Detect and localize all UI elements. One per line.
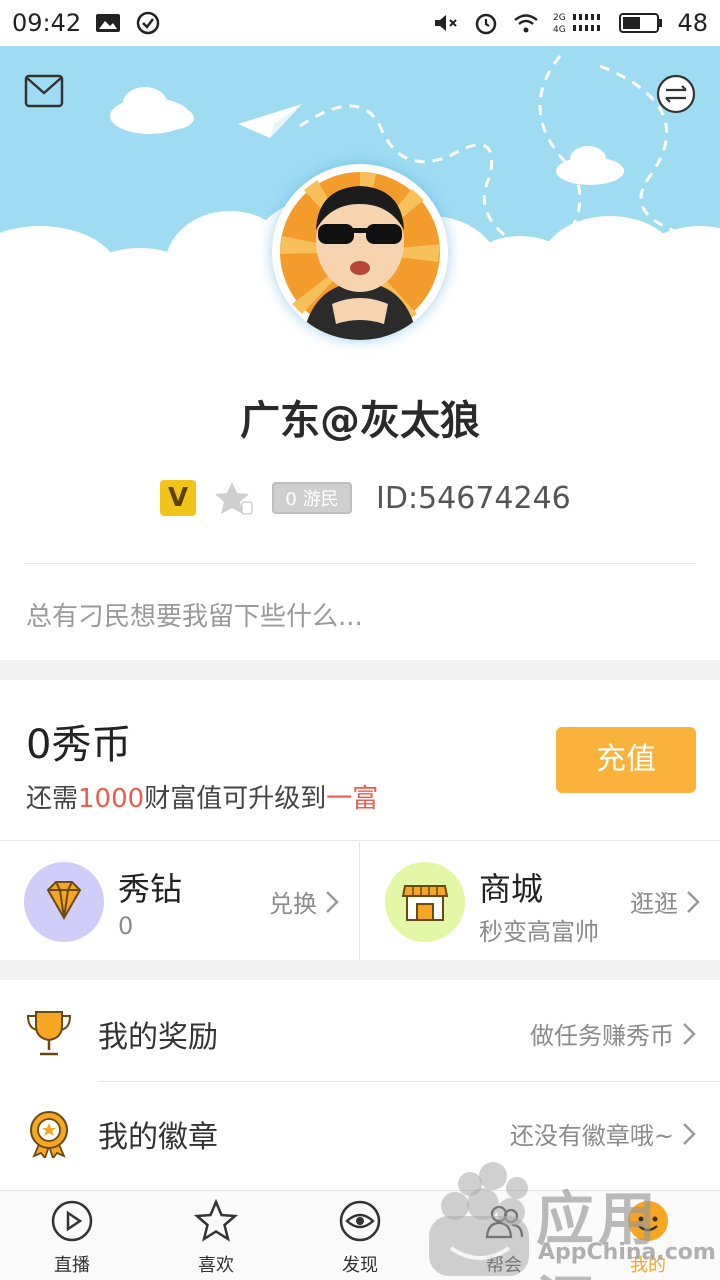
shop-circle [385, 862, 465, 942]
menu-hint: 做任务赚秀币 [530, 1016, 696, 1051]
menu-hint-text: 做任务赚秀币 [530, 1022, 674, 1050]
vip-badge[interactable]: V [160, 480, 196, 516]
card-subtitle: 0 [118, 912, 134, 940]
avatar[interactable] [272, 164, 448, 340]
paper-plane-icon [238, 104, 302, 138]
mute-icon [435, 15, 458, 31]
diamond-circle [24, 862, 104, 942]
menu-label: 我的奖励 [98, 1020, 218, 1055]
divider [24, 563, 696, 564]
signature[interactable]: 总有刁民想要我留下些什么... [26, 596, 363, 633]
profile-header [0, 46, 720, 376]
tab-discover[interactable]: 发现 [288, 1191, 432, 1280]
status-bar: 09:42 2G 4G 48 [0, 0, 720, 46]
eye-icon [339, 1200, 381, 1242]
switch-account-button[interactable] [656, 74, 696, 114]
profile-badges: V 0 游民 ID:54674246 [160, 478, 571, 518]
menu-item-badges[interactable]: 我的徽章 还没有徽章哦~ [0, 1082, 720, 1182]
section-gap [0, 660, 720, 680]
level-badge[interactable]: 0 游民 [272, 482, 352, 514]
upgrade-hint: 还需1000财富值可升级到一富 [26, 778, 378, 815]
divider [0, 840, 720, 841]
card-action-label: 逛逛 [630, 890, 678, 918]
tab-favorites[interactable]: 喜欢 [144, 1191, 288, 1280]
coin-balance: 0秀币 [26, 722, 132, 768]
network-label-top: 2G [553, 13, 566, 23]
profile-name: 广东@灰太狼 [240, 398, 480, 444]
tab-live[interactable]: 直播 [0, 1191, 144, 1280]
card-title: 秀钻 [118, 870, 183, 908]
menu-hint: 还没有徽章哦~ [510, 1116, 696, 1151]
chevron-right-icon [683, 1022, 696, 1045]
star-icon [194, 1199, 238, 1242]
section-gap [0, 960, 720, 980]
battery-level: 48 [677, 9, 708, 37]
shop-icon [401, 885, 449, 921]
check-circle-icon [136, 11, 160, 35]
image-notification-icon [96, 14, 121, 32]
battery-icon [619, 13, 663, 33]
tab-label: 喜欢 [198, 1255, 234, 1276]
status-time: 09:42 [12, 9, 82, 37]
play-icon [51, 1200, 93, 1242]
user-id: ID:54674246 [376, 480, 571, 516]
recharge-button[interactable]: 充值 [556, 727, 696, 793]
card-shop[interactable]: 商城 秒变高富帅 逛逛 [361, 842, 720, 960]
wifi-icon [514, 14, 539, 33]
chevron-right-icon [683, 1122, 696, 1145]
watermark-subtext: AppChina.com [538, 1240, 716, 1265]
upgrade-prefix: 还需 [26, 784, 79, 814]
card-subtitle: 秒变高富帅 [479, 918, 599, 946]
medal-icon [30, 1111, 68, 1158]
browse-link[interactable]: 逛逛 [630, 884, 700, 919]
group-icon [485, 1205, 524, 1239]
tab-label: 发现 [342, 1255, 378, 1276]
upgrade-middle: 财富值可升级到 [144, 784, 327, 814]
upgrade-amount: 1000 [78, 784, 145, 814]
exchange-link[interactable]: 兑换 [269, 884, 339, 919]
upgrade-target: 一富 [326, 784, 379, 814]
signal-icon: 2G 4G [553, 13, 601, 35]
chevron-right-icon [326, 890, 339, 913]
mail-button[interactable] [24, 74, 64, 108]
star-level-icon[interactable] [214, 480, 254, 516]
card-action-label: 兑换 [269, 890, 317, 918]
alarm-icon [476, 13, 497, 35]
network-label-bottom: 4G [553, 25, 566, 35]
trophy-icon [26, 1011, 72, 1056]
card-diamonds[interactable]: 秀钻 0 兑换 [0, 842, 359, 960]
menu-label: 我的徽章 [98, 1120, 218, 1155]
tab-label: 直播 [54, 1255, 90, 1276]
diamond-icon [46, 881, 82, 921]
avatar-image [280, 172, 440, 340]
menu-item-rewards[interactable]: 我的奖励 做任务赚秀币 [0, 982, 720, 1082]
card-separator [359, 842, 360, 960]
card-title: 商城 [479, 870, 544, 908]
chevron-right-icon [687, 890, 700, 913]
menu-hint-text: 还没有徽章哦~ [509, 1122, 674, 1150]
